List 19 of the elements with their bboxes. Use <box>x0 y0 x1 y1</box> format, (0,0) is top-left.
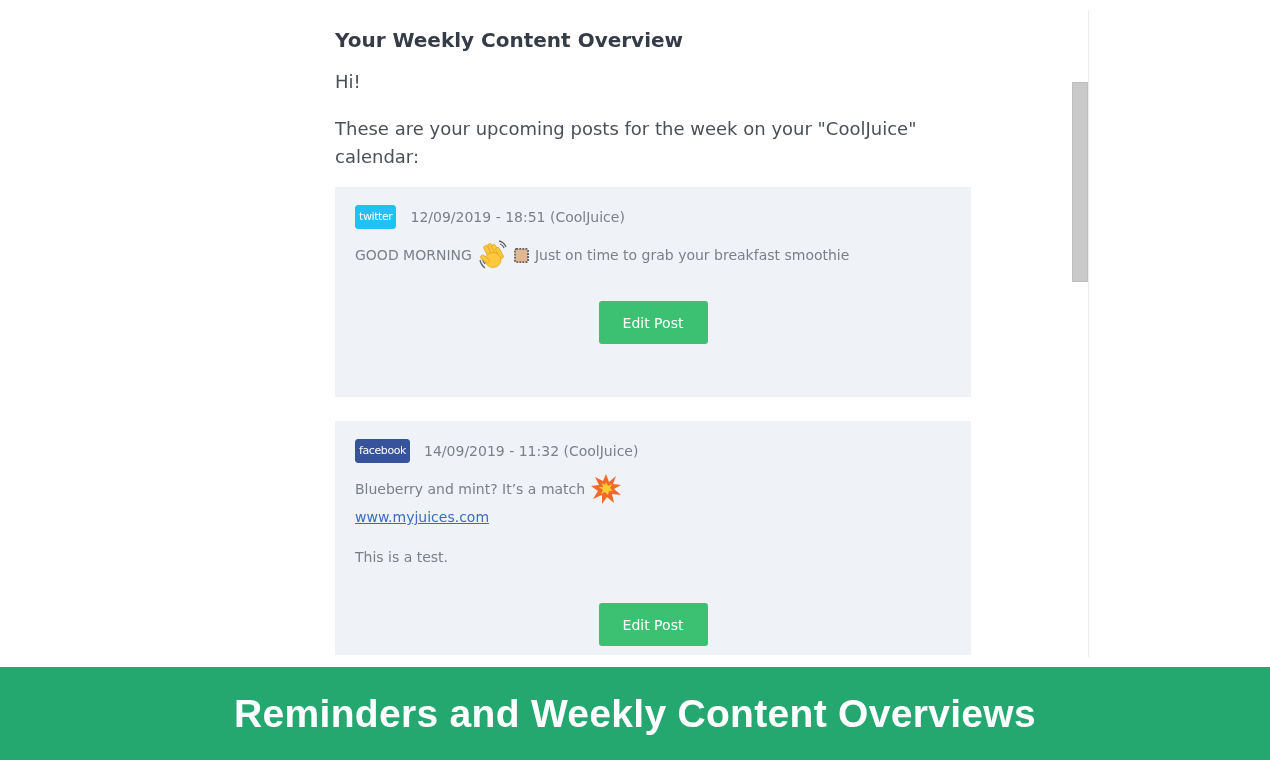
post-text: This is a test. <box>355 548 449 567</box>
intro-text: These are your upcoming posts for the week on your "CoolJuice" calendar: <box>335 117 918 169</box>
banner-title: Reminders and Weekly Content Overviews <box>234 690 1036 737</box>
scrollbar-thumb[interactable] <box>1072 82 1088 282</box>
email-heading: Your Weekly Content Overview <box>335 27 685 53</box>
post-date-text: 14/09/2019 - 11:32 (CoolJuice) <box>424 443 639 459</box>
post-text: Just on time to grab your breakfast smoothie <box>534 246 850 265</box>
greeting-text: Hi! <box>335 70 362 94</box>
edit-post-button[interactable]: Edit Post <box>598 603 708 646</box>
explosion-icon <box>591 474 622 504</box>
post-text: Blueberry and mint? It’s a match <box>355 480 586 499</box>
post-text: GOOD MORNING <box>355 246 472 265</box>
waving-hand-icon <box>477 240 508 270</box>
network-badge: facebook <box>355 439 411 463</box>
network-badge: twitter <box>355 205 397 229</box>
post-date-text: 12/09/2019 - 18:51 (CoolJuice) <box>410 209 625 225</box>
edit-post-button[interactable]: Edit Post <box>598 301 708 344</box>
skin-tone-swatch-icon <box>513 247 529 263</box>
post-link[interactable]: www.myjuices.com <box>355 507 490 527</box>
